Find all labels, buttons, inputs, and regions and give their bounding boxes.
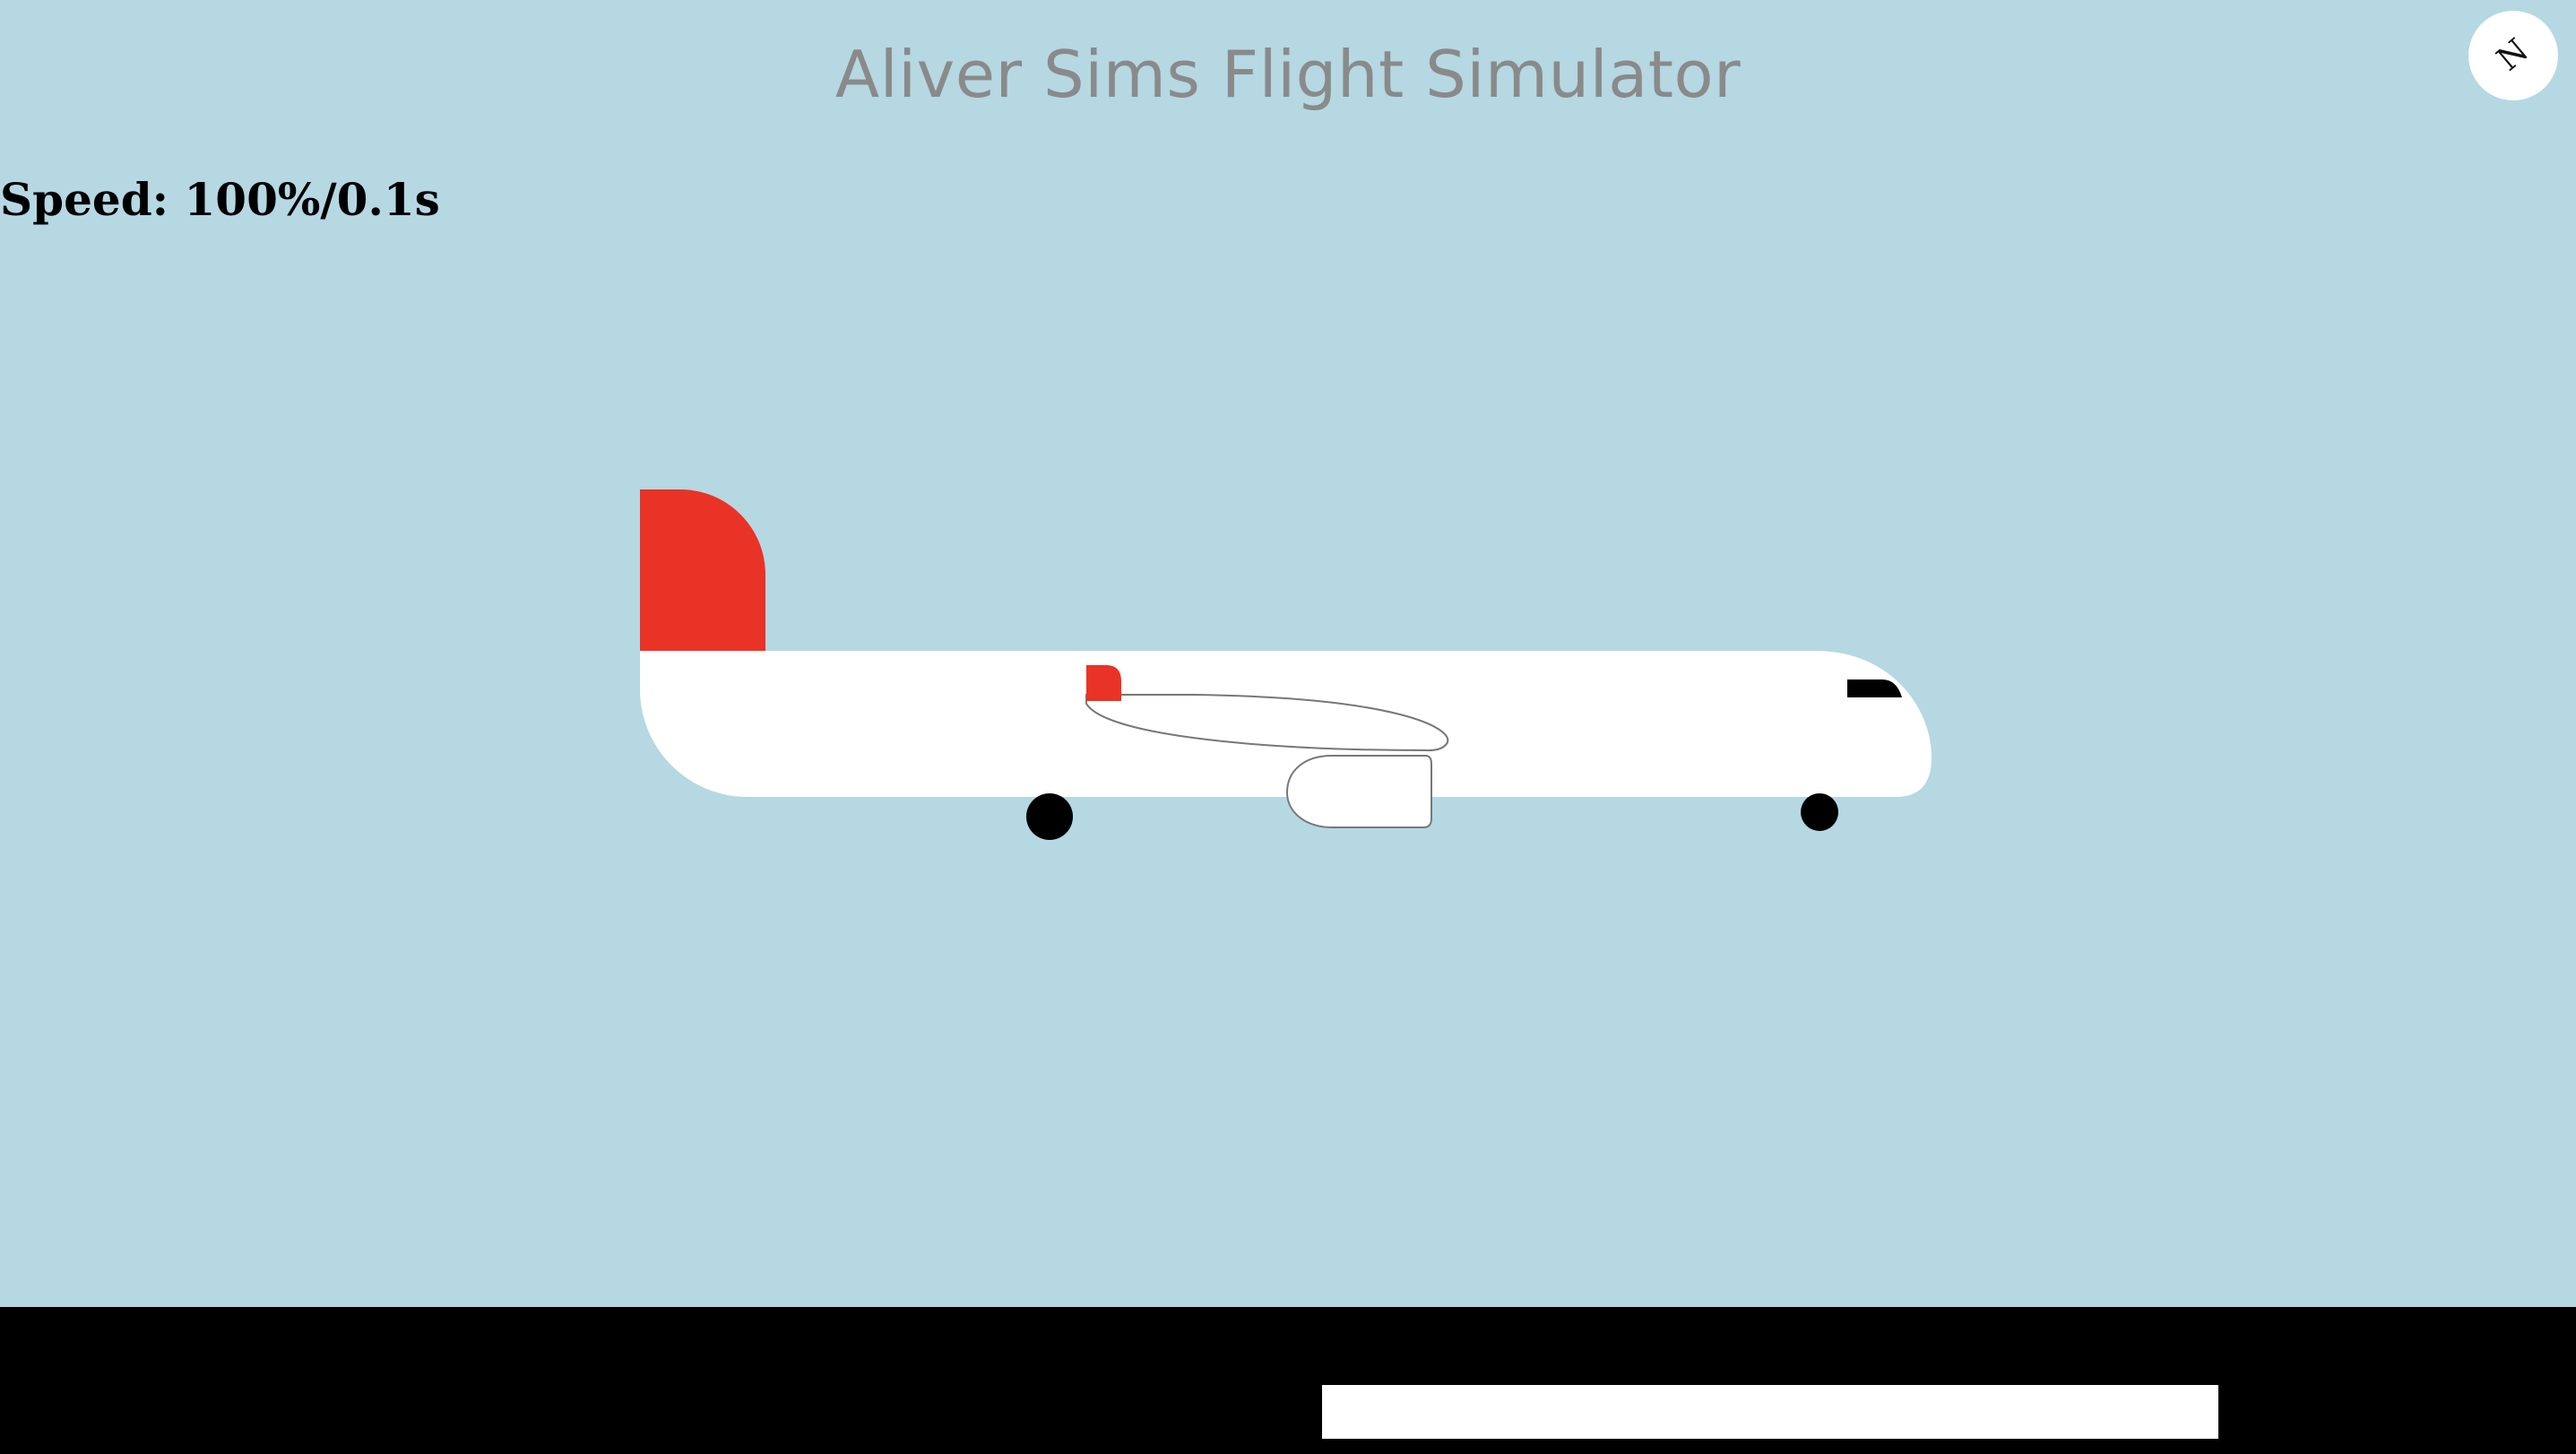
wing-tip xyxy=(1086,665,1121,701)
runway xyxy=(1322,1385,2218,1439)
front-wheel xyxy=(1801,793,1838,831)
airplane xyxy=(640,489,1932,840)
tail-fin xyxy=(640,489,765,669)
rear-wheel xyxy=(1026,793,1073,840)
engine xyxy=(1285,755,1432,828)
